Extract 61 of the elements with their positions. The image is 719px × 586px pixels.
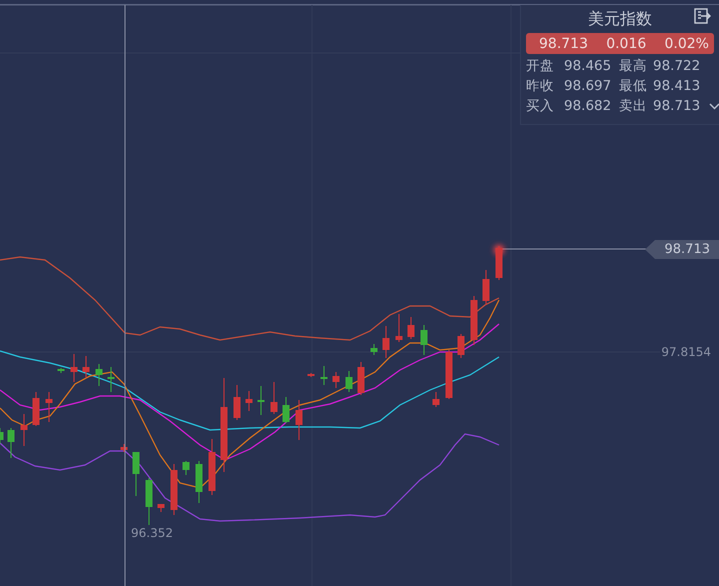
candlestick [32,392,40,426]
candlestick [146,478,152,526]
candlestick [282,396,290,424]
candlestick [346,370,352,392]
candlestick [196,460,202,504]
price-change: 0.016 [606,36,646,52]
stat-label: 卖出 [619,97,648,115]
price-axis-label: 97.8154 [661,345,711,359]
candlestick [234,384,240,420]
candlestick [358,362,364,396]
candlestick [70,354,78,382]
chevron-down-icon[interactable] [709,102,719,110]
stat-label: 买入 [526,97,555,115]
candlestick [8,428,14,458]
candlestick [96,364,102,386]
candlestick [108,366,114,392]
candlestick [296,400,302,440]
current-price-tag: 98.713 [645,240,719,259]
candlestick [432,392,440,408]
candlestick [496,246,502,280]
candlestick [170,464,178,516]
stat-value: 98.465 [564,57,612,75]
candlestick [382,326,390,358]
candlestick [482,270,490,306]
candlestick [458,334,464,358]
stat-label: 最高 [619,57,648,75]
candlestick [396,314,402,342]
candlestick [420,324,428,356]
stat-value: 98.713 [653,97,702,115]
change-percent: 0.02% [664,36,709,52]
candlestick [20,414,28,446]
stat-value: 98.697 [564,77,612,95]
stat-label: 开盘 [526,57,555,75]
candlestick [132,452,140,496]
candlestick [82,356,90,378]
exit-icon[interactable] [694,8,711,24]
candlestick [408,316,414,340]
candlestick [0,428,4,444]
candlestick [270,382,278,414]
stat-value: 98.682 [564,97,612,115]
stat-value: 98.722 [653,57,702,75]
candlestick [46,392,52,422]
candlestick [158,504,164,512]
stat-label: 昨收 [526,77,555,95]
stat-label: 最低 [619,77,648,95]
low-price-label: 96.352 [131,526,173,540]
panel-title: 美元指数 [588,8,652,30]
candlestick [470,296,478,346]
stat-value: 98.413 [653,77,702,95]
candlestick [446,350,452,400]
candlestick [246,390,252,412]
candlestick [258,386,264,416]
candlestick [308,372,314,378]
candlestick [370,344,378,356]
candlestick [182,460,190,476]
candlestick [332,372,340,388]
candlestick [320,366,328,386]
candlestick [208,438,216,496]
last-price: 98.713 [539,36,588,52]
candlestick [58,368,64,374]
candlestick [120,444,128,452]
